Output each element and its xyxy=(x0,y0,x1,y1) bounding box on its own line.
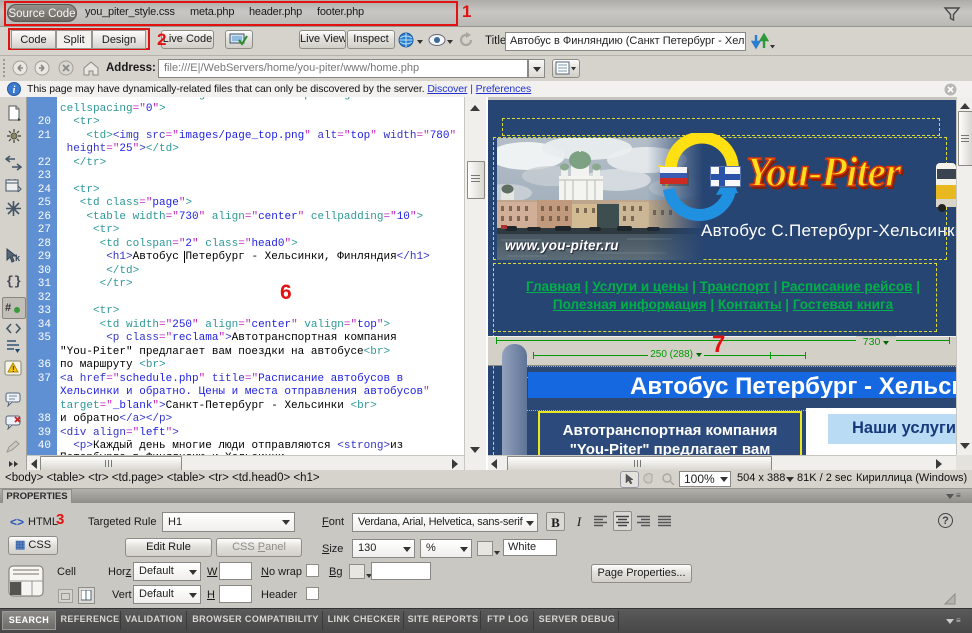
svg-text:{}: {} xyxy=(6,274,22,288)
svg-text:#: # xyxy=(5,302,11,314)
svg-text:i: i xyxy=(13,85,16,96)
svg-text:k: k xyxy=(15,253,21,263)
svg-text:!: ! xyxy=(12,365,15,374)
